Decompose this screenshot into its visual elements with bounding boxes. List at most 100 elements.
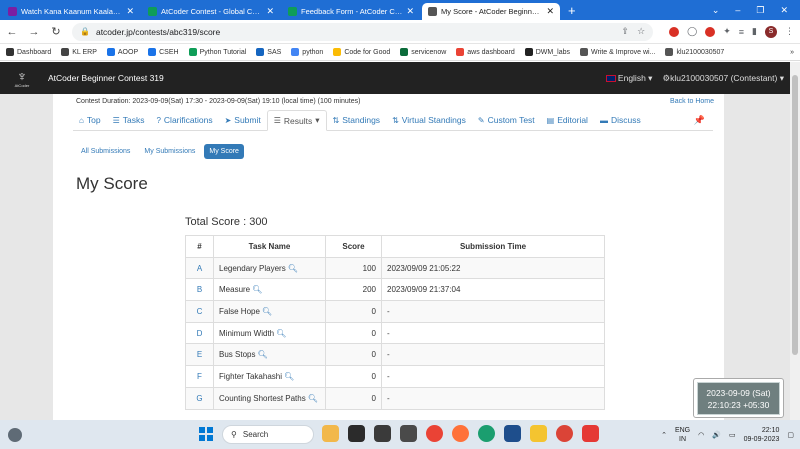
wifi-icon[interactable]: ◠ <box>698 431 704 439</box>
task-index-link[interactable]: F <box>185 365 214 388</box>
weather-icon[interactable] <box>8 427 22 442</box>
pin-icon[interactable]: 📌 <box>694 110 713 130</box>
bookmark-item[interactable]: CSEH <box>148 48 179 56</box>
file-explorer-icon[interactable] <box>530 425 547 442</box>
tab-close-icon[interactable]: ✕ <box>546 6 554 17</box>
share-icon[interactable]: ⇪ <box>622 26 630 37</box>
bookmark-item[interactable]: KL ERP <box>61 48 97 56</box>
browser-tab[interactable]: AtCoder Contest - Global Challe...✕ <box>142 3 280 20</box>
magnifier-icon[interactable]: 🔍︎ <box>257 350 267 359</box>
task-index-link[interactable]: G <box>185 386 214 410</box>
language-dropdown[interactable]: English ▾ <box>605 73 652 84</box>
bookmark-item[interactable]: Code for Good <box>333 48 390 56</box>
bookmark-item[interactable]: python <box>291 48 323 56</box>
camera-app-icon[interactable] <box>374 425 391 442</box>
extension-puzzle-icon[interactable]: ✦ <box>723 26 731 37</box>
widgets-app-icon[interactable] <box>322 425 339 442</box>
language-indicator[interactable]: ENG IN <box>675 426 690 444</box>
menu-kebab-icon[interactable]: ⋮ <box>785 26 794 37</box>
tab-tasks[interactable]: ☰ Tasks <box>107 110 151 130</box>
more-bookmarks-icon[interactable]: » <box>790 49 794 56</box>
start-button-icon[interactable] <box>199 427 213 441</box>
bookmark-item[interactable]: klu2100030507 <box>665 48 724 56</box>
subtab-my-score[interactable]: My Score <box>204 144 244 159</box>
bookmark-item[interactable]: Write & Improve wi... <box>579 48 655 56</box>
tab-virtual-standings[interactable]: ⇅ Virtual Standings <box>386 110 472 130</box>
tab-results[interactable]: ☰ Results ▾ <box>266 110 327 131</box>
logo-text: AtCoder <box>14 82 30 88</box>
task-name-cell: Bus Stops 🔍︎ <box>213 343 326 367</box>
extension-opera-icon[interactable] <box>669 26 680 37</box>
taskbar-search-input[interactable]: ⚲ Search <box>222 425 314 444</box>
tab-close-icon[interactable]: ✕ <box>406 6 414 17</box>
tab-discuss[interactable]: ▬ Discuss <box>594 110 647 130</box>
tab-clarifications[interactable]: ? Clarifications <box>150 110 218 130</box>
taskbar-clock[interactable]: 22:10 09-09-2023 <box>744 426 780 444</box>
bookmark-item[interactable]: servicenow <box>400 48 446 56</box>
atcoder-logo[interactable]: ♆ AtCoder <box>8 65 36 91</box>
contest-title[interactable]: AtCoder Beginner Contest 319 <box>48 73 164 83</box>
chrome-profile-app-icon[interactable] <box>556 425 573 442</box>
magnifier-icon[interactable]: 🔍︎ <box>252 285 262 294</box>
browser-tab[interactable]: Feedback Form - AtCoder Conte... ✕ <box>282 3 420 20</box>
edge-app-icon[interactable] <box>478 425 495 442</box>
side-panel-icon[interactable]: ▮ <box>752 26 757 37</box>
extension-off-icon[interactable] <box>705 26 716 37</box>
bookmark-item[interactable]: SAS <box>256 48 281 56</box>
close-window-icon[interactable]: ✕ <box>780 5 788 16</box>
user-dropdown[interactable]: ⚙klu2100030507 (Contestant) ▾ <box>662 73 784 84</box>
forward-icon[interactable]: → <box>28 26 40 38</box>
magnifier-icon[interactable]: 🔍︎ <box>262 307 272 316</box>
battery-icon[interactable]: ▭ <box>729 431 736 439</box>
bookmark-item[interactable]: AOOP <box>106 48 138 56</box>
subtab-all-submissions[interactable]: All Submissions <box>76 144 135 159</box>
bookmark-star-icon[interactable]: ☆ <box>637 26 645 37</box>
store-app-icon[interactable] <box>504 425 521 442</box>
tab-submit[interactable]: ➤ Submit <box>219 110 267 130</box>
task-index-link[interactable]: D <box>185 321 214 345</box>
browser-tab[interactable]: Watch Kana Kaanum Kaalangal S... ✕ <box>2 3 140 20</box>
task-index-link[interactable]: E <box>185 343 214 367</box>
browser-tab[interactable]: My Score - AtCoder Beginner Co... ✕ <box>422 3 560 20</box>
task-index-link[interactable]: A <box>185 256 214 280</box>
tab-top[interactable]: ⌂ Top <box>73 110 107 130</box>
subtab-my-submissions[interactable]: My Submissions <box>139 144 200 159</box>
tab-custom-test[interactable]: ✎ Custom Test <box>472 110 541 130</box>
lock-icon[interactable]: 🔒 <box>80 27 90 36</box>
back-icon[interactable]: ← <box>6 26 18 38</box>
magnifier-icon[interactable]: 🔍︎ <box>276 329 286 338</box>
reading-list-icon[interactable]: ≡ <box>739 27 744 37</box>
page-scrollbar-thumb[interactable] <box>792 75 798 355</box>
back-to-home-link[interactable]: Back to Home <box>670 98 714 105</box>
bookmark-item[interactable]: aws dashboard <box>456 48 515 56</box>
task-index-link[interactable]: B <box>185 278 214 302</box>
bookmark-item[interactable]: Dashboard <box>6 48 51 56</box>
tab-editorial[interactable]: ▤ Editorial <box>541 110 594 130</box>
app-badge-icon[interactable] <box>582 425 599 442</box>
profile-avatar[interactable]: S <box>765 25 777 38</box>
tab-close-icon[interactable]: ✕ <box>266 6 274 17</box>
minimize-icon[interactable]: – <box>735 5 740 15</box>
photos-app-icon[interactable] <box>400 425 417 442</box>
bookmark-label: aws dashboard <box>467 48 515 56</box>
chrome-app-icon[interactable] <box>426 425 443 442</box>
reload-icon[interactable]: ↻ <box>50 25 62 38</box>
maximize-icon[interactable]: ❐ <box>756 5 764 16</box>
notification-icon[interactable]: ▢ <box>787 431 794 439</box>
tab-standings[interactable]: ⇅ Standings <box>327 110 387 130</box>
magnifier-icon[interactable]: 🔍︎ <box>288 264 298 273</box>
magnifier-icon[interactable]: 🔍︎ <box>308 394 318 403</box>
url-input[interactable]: 🔒 atcoder.jp/contests/abc319/score ⇪ ☆ <box>72 22 654 41</box>
tray-chevron-up-icon[interactable]: ⌃ <box>661 431 667 439</box>
new-tab-button[interactable]: + <box>568 3 576 18</box>
tab-search-icon[interactable]: ⌄ <box>712 5 720 16</box>
firefox-app-icon[interactable] <box>452 425 469 442</box>
magnifier-icon[interactable]: 🔍︎ <box>284 372 294 381</box>
bookmark-item[interactable]: Python Tutorial <box>188 48 246 56</box>
tab-close-icon[interactable]: ✕ <box>126 6 134 17</box>
task-index-link[interactable]: C <box>185 300 214 323</box>
volume-icon[interactable]: 🔊 <box>712 431 721 439</box>
task-view-icon[interactable] <box>348 425 365 442</box>
extension-icon[interactable]: ◯ <box>687 26 697 37</box>
bookmark-item[interactable]: DWM_labs <box>524 48 570 56</box>
